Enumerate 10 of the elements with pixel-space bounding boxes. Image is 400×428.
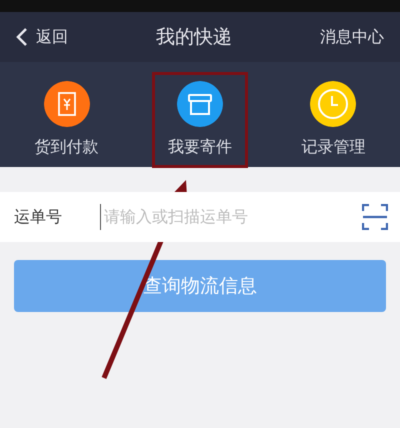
message-center-link[interactable]: 消息中心 [320, 25, 384, 49]
page-title: 我的快递 [156, 24, 232, 50]
shortcut-button[interactable]: 货到付款 [18, 72, 115, 168]
scan-icon[interactable] [362, 204, 388, 230]
shortcut-button[interactable]: 记录管理 [285, 72, 382, 168]
back-icon [16, 27, 28, 47]
back-button[interactable]: 返回 [16, 25, 68, 49]
field-label: 运单号 [14, 206, 63, 228]
tracking-field[interactable]: 运单号 请输入或扫描运单号 [0, 192, 400, 242]
shortcut-button[interactable]: 我要寄件 [152, 72, 248, 168]
